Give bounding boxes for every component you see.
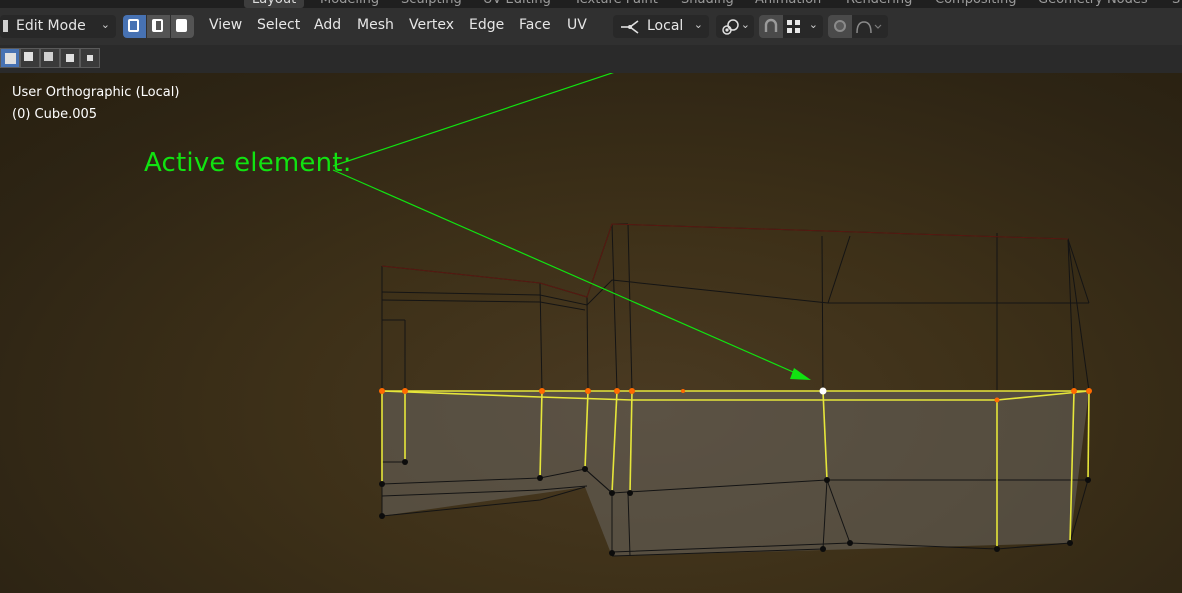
menu-view[interactable]: View: [209, 17, 242, 33]
select-intersect-button[interactable]: [80, 48, 100, 68]
workspace-tabs: Layout Modeling Sculpting UV Editing Tex…: [0, 0, 1182, 8]
selection-mode-group: [123, 15, 195, 38]
magnet-icon: [764, 18, 778, 32]
pivot-active-element-icon: [722, 19, 739, 35]
chevron-down-icon: ⌄: [693, 18, 703, 31]
select-invert-button[interactable]: [60, 48, 80, 68]
edge-select-icon: [152, 19, 163, 32]
edit-mode-icon: [3, 20, 8, 32]
tab-uv-editing[interactable]: UV Editing: [483, 0, 551, 8]
transform-orientation-select[interactable]: Local ⌄: [613, 15, 709, 38]
mode-selector[interactable]: Edit Mode ⌄: [0, 15, 116, 38]
proportional-editing-toggle[interactable]: [828, 15, 852, 38]
falloff-curve-icon[interactable]: [855, 20, 883, 34]
face-select-button[interactable]: [171, 15, 194, 38]
viewport-header: Edit Mode ⌄ View Select Add Mesh Vertex …: [0, 8, 1182, 45]
tab-modeling[interactable]: Modeling: [320, 0, 379, 8]
annotation-label: Active element:: [144, 148, 352, 178]
snap-increment-icon[interactable]: [787, 20, 801, 34]
tab-scripting[interactable]: S: [1172, 0, 1180, 8]
mode-label: Edit Mode: [16, 18, 86, 34]
menu-face[interactable]: Face: [519, 17, 551, 33]
orientation-axes-icon: [621, 20, 639, 34]
proportional-editing-controls: [828, 15, 888, 38]
menu-edge[interactable]: Edge: [469, 17, 504, 33]
menu-uv[interactable]: UV: [567, 17, 587, 33]
tab-geometry-nodes[interactable]: Geometry Nodes: [1038, 0, 1148, 8]
snapping-controls: ⌄: [759, 15, 823, 38]
edge-select-button[interactable]: [147, 15, 170, 38]
chevron-down-icon: ⌄: [100, 18, 110, 31]
proportional-editing-icon: [834, 20, 846, 32]
tab-shading[interactable]: Shading: [681, 0, 734, 8]
tab-layout[interactable]: Layout: [244, 0, 305, 8]
pivot-point-select[interactable]: ⌄: [716, 15, 754, 38]
vertex-select-icon: [128, 19, 139, 32]
orientation-label: Local: [647, 18, 684, 34]
menu-select[interactable]: Select: [257, 17, 300, 33]
3d-viewport[interactable]: User Orthographic (Local) (0) Cube.005 A…: [0, 73, 1182, 593]
selected-faces: [382, 391, 1089, 556]
tool-settings-row: [0, 45, 1182, 73]
menu-add[interactable]: Add: [314, 17, 341, 33]
chevron-down-icon: ⌄: [740, 18, 750, 31]
vertex-select-button[interactable]: [123, 15, 146, 38]
menu-mesh[interactable]: Mesh: [357, 17, 394, 33]
select-subtract-button[interactable]: [40, 48, 60, 68]
tab-rendering[interactable]: Rendering: [846, 0, 912, 8]
menu-vertex[interactable]: Vertex: [409, 17, 454, 33]
chevron-down-icon: ⌄: [808, 18, 818, 31]
tab-animation[interactable]: Animation: [755, 0, 821, 8]
face-select-icon: [176, 19, 187, 32]
tab-texture-paint[interactable]: Texture Paint: [574, 0, 658, 8]
select-extend-button[interactable]: [20, 48, 40, 68]
tab-sculpting[interactable]: Sculpting: [401, 0, 462, 8]
tab-compositing[interactable]: Compositing: [935, 0, 1017, 8]
active-vertex: [819, 387, 827, 395]
select-new-button[interactable]: [0, 48, 20, 68]
snap-toggle-button[interactable]: [759, 15, 783, 38]
